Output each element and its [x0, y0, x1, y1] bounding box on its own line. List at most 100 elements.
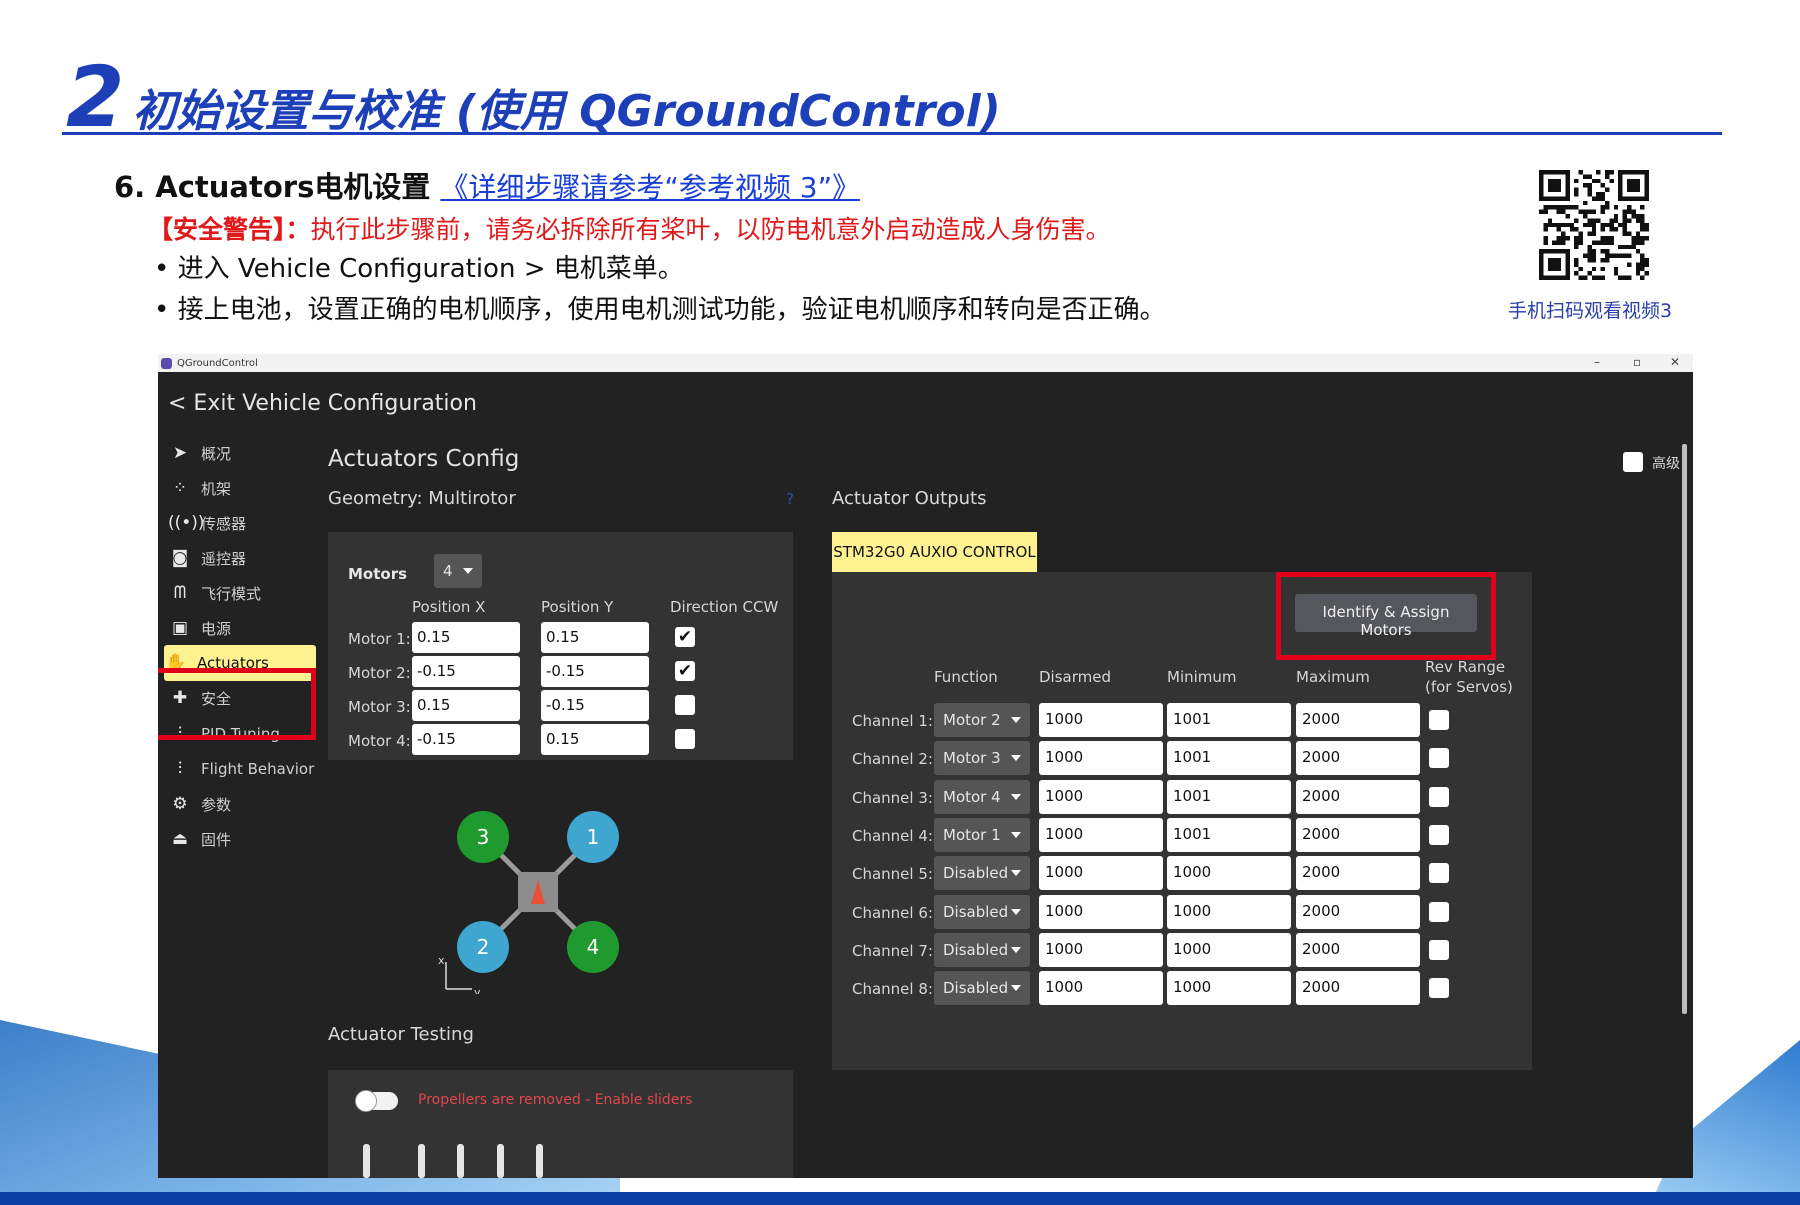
minimum-input[interactable]: 1000	[1167, 971, 1291, 1006]
maximum-input[interactable]: 2000	[1296, 894, 1420, 929]
rev-range-checkbox[interactable]	[1429, 978, 1449, 999]
direction-ccw-checkbox[interactable]: ✔	[675, 627, 695, 647]
qr-finder-module	[1552, 249, 1557, 254]
motor-test-slider[interactable]	[363, 1144, 370, 1178]
sidebar-item-参数[interactable]: ⚙ 参数	[168, 787, 318, 821]
slide: 2 初始设置与校准 (使用 QGroundControl) 6. Actuato…	[0, 0, 1800, 1205]
disarmed-input[interactable]: 1000	[1039, 971, 1163, 1006]
qr-module	[1574, 262, 1579, 267]
position-y-input[interactable]: -0.15	[541, 690, 649, 721]
sidebar-item-电源[interactable]: ▣ 电源	[168, 611, 318, 645]
function-dropdown[interactable]: Motor 4	[934, 779, 1030, 814]
qr-module	[1591, 258, 1597, 263]
motors-count-dropdown[interactable]: 4	[434, 554, 482, 588]
sidebar-item-传感器[interactable]: ((•)) 传感器	[168, 506, 318, 540]
motor-4-label: 4	[587, 935, 600, 959]
position-y-input[interactable]: 0.15	[541, 724, 649, 755]
position-x-input[interactable]: 0.15	[412, 622, 520, 653]
sidebar-item-固件[interactable]: ⏏ 固件	[168, 822, 318, 856]
safety-warning: 【安全警告】：执行此步骤前，请务必拆除所有桨叶，以防电机意外启动造成人身伤害。	[148, 210, 1111, 246]
disarmed-input[interactable]: 1000	[1039, 932, 1163, 967]
maximum-input[interactable]: 2000	[1296, 856, 1420, 891]
rev-range-checkbox[interactable]	[1429, 710, 1449, 730]
disarmed-input[interactable]: 1000	[1039, 779, 1163, 814]
minimize-icon[interactable]: –	[1594, 355, 1600, 369]
rev-range-checkbox[interactable]	[1429, 748, 1449, 769]
position-y-input[interactable]: -0.15	[541, 656, 649, 687]
minimum-input[interactable]: 1000	[1167, 932, 1291, 967]
qr-module	[1600, 222, 1605, 228]
minimum-header: Minimum	[1167, 668, 1237, 686]
function-dropdown[interactable]: Motor 3	[934, 741, 1030, 776]
function-dropdown[interactable]: Disabled	[934, 932, 1030, 967]
minimum-input[interactable]: 1001	[1167, 779, 1291, 814]
sidebar-item-遥控器[interactable]: ◙ 遥控器	[168, 541, 318, 575]
motor-test-slider[interactable]	[536, 1144, 543, 1178]
function-dropdown[interactable]: Disabled	[934, 971, 1030, 1006]
exit-vehicle-config-button[interactable]: < Exit Vehicle Configuration	[168, 391, 477, 416]
disarmed-input[interactable]: 1000	[1039, 703, 1163, 737]
disarmed-input[interactable]: 1000	[1039, 856, 1163, 891]
reference-video-link[interactable]: 《详细步骤请参考“参考视频 3”》	[440, 171, 860, 204]
minimum-input[interactable]: 1000	[1167, 894, 1291, 929]
minimum-input[interactable]: 1001	[1167, 703, 1291, 737]
minimum-input[interactable]: 1001	[1167, 817, 1291, 852]
rev-range-checkbox[interactable]	[1429, 824, 1449, 845]
qr-module	[1605, 258, 1610, 263]
maximum-input[interactable]: 2000	[1296, 971, 1420, 1006]
function-dropdown[interactable]: Motor 2	[934, 703, 1030, 737]
qr-module	[1552, 240, 1557, 245]
maximum-input[interactable]: 2000	[1296, 932, 1420, 967]
qr-module	[1587, 174, 1592, 179]
qr-finder-module	[1547, 183, 1553, 188]
function-dropdown[interactable]: Disabled	[934, 894, 1030, 929]
position-x-input[interactable]: 0.15	[412, 690, 520, 721]
qr-finder-module	[1644, 178, 1649, 184]
rev-range-checkbox[interactable]	[1429, 863, 1449, 884]
sidebar-item-机架[interactable]: ⁘ 机架	[168, 471, 318, 505]
maximum-input[interactable]: 2000	[1296, 779, 1420, 814]
sidebar-item-飞行模式[interactable]: ᗰ 飞行模式	[168, 576, 318, 610]
function-dropdown[interactable]: Motor 1	[934, 817, 1030, 852]
sidebar-item-flight-behavior[interactable]: ⫶ Flight Behavior	[168, 752, 318, 786]
disarmed-input[interactable]: 1000	[1039, 894, 1163, 929]
help-icon[interactable]: ?	[786, 490, 794, 508]
function-dropdown[interactable]: Disabled	[934, 856, 1030, 891]
rev-range-checkbox[interactable]	[1429, 901, 1449, 922]
close-icon[interactable]: ✕	[1670, 355, 1680, 369]
qr-module	[1565, 205, 1570, 210]
qr-module	[1640, 262, 1645, 267]
rev-range-checkbox[interactable]	[1429, 939, 1449, 960]
qr-finder-module	[1539, 187, 1544, 192]
minimum-input[interactable]: 1000	[1167, 856, 1291, 891]
position-y-input[interactable]: 0.15	[541, 622, 649, 653]
restore-icon[interactable]: ▫	[1633, 355, 1641, 369]
rev-range-checkbox[interactable]	[1429, 786, 1449, 807]
disarmed-input[interactable]: 1000	[1039, 817, 1163, 852]
position-x-input[interactable]: -0.15	[412, 656, 520, 687]
tab-stm32g0-auxio-control[interactable]: STM32G0 AUXIO CONTROL	[832, 532, 1037, 572]
direction-ccw-checkbox[interactable]	[675, 729, 695, 749]
disarmed-input[interactable]: 1000	[1039, 741, 1163, 776]
direction-ccw-checkbox[interactable]: ✔	[675, 661, 695, 681]
advanced-checkbox[interactable]	[1623, 452, 1643, 472]
motor-test-slider[interactable]	[418, 1144, 425, 1178]
qr-module	[1583, 174, 1588, 179]
qr-module	[1578, 170, 1583, 175]
qr-module	[1631, 244, 1636, 250]
motor-test-slider[interactable]	[457, 1144, 464, 1178]
sidebar-item-概况[interactable]: ➤ 概况	[168, 436, 318, 470]
qr-module	[1591, 253, 1597, 258]
enable-sliders-toggle[interactable]	[355, 1090, 398, 1112]
minimum-input[interactable]: 1001	[1167, 741, 1291, 776]
position-x-input[interactable]: -0.15	[412, 724, 520, 755]
motor-test-slider[interactable]	[497, 1144, 504, 1178]
maximum-input[interactable]: 2000	[1296, 817, 1420, 852]
qr-module	[1587, 187, 1592, 192]
direction-ccw-checkbox[interactable]	[675, 695, 695, 715]
scrollbar[interactable]	[1682, 444, 1687, 1014]
qr-module	[1609, 253, 1614, 258]
maximum-input[interactable]: 2000	[1296, 741, 1420, 776]
maximum-input[interactable]: 2000	[1296, 703, 1420, 737]
qr-module	[1635, 271, 1641, 276]
